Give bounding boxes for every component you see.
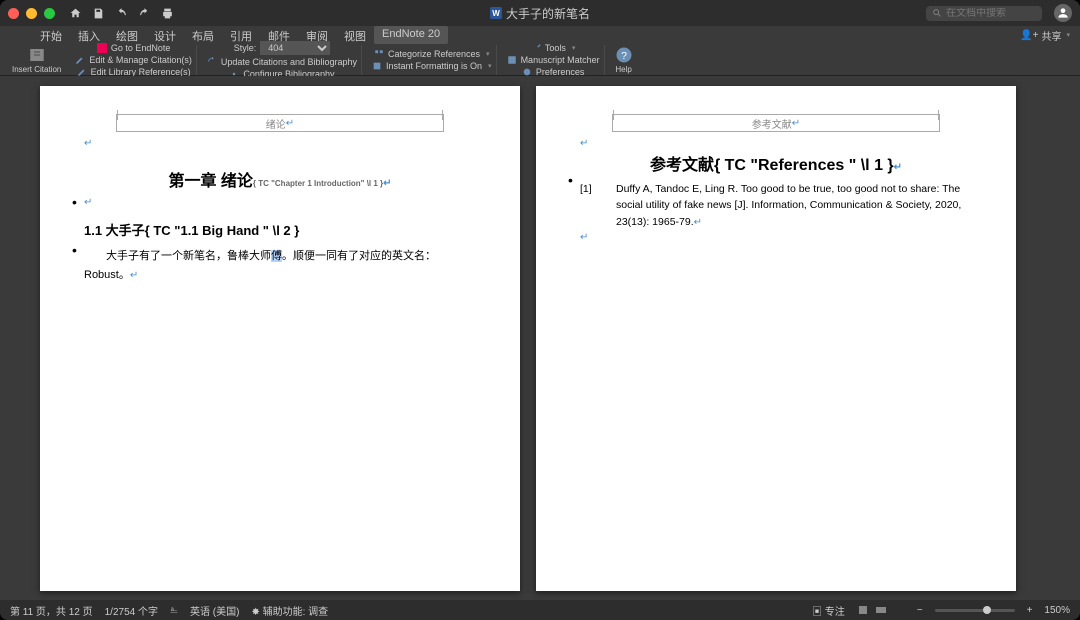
status-bar: 第 11 页，共 12 页 1/2754 个字 ⎁ 英语 (美国) ✸ 辅助功能… [0,600,1080,620]
style-select[interactable]: 404 [260,41,330,55]
edit-manage-citations-button[interactable]: Edit & Manage Citation(s) [75,54,192,66]
page-indicator[interactable]: 第 11 页，共 12 页 [10,603,93,618]
document-title: W 大手子的新笔名 [490,5,590,22]
web-layout-icon[interactable] [875,604,887,616]
view-mode-buttons [857,604,905,616]
reference-text: Duffy A, Tandoc E, Ling R. Too good to b… [616,181,972,230]
page-header-indicator: 参考文献↵ [612,114,940,132]
bullet-icon: • [72,242,77,258]
search-box[interactable] [926,6,1042,21]
tab-layout[interactable]: 布局 [184,26,222,44]
body-text[interactable]: 大手子有了一个新笔名，鲁棒大师傅。顺便一同有了对应的英文名：Robust。↵ [84,247,476,284]
word-icon: W [490,7,502,19]
ribbon: Insert Citation Go to EndNote Edit & Man… [0,44,1080,76]
close-window-button[interactable] [8,8,19,19]
insert-citation-button[interactable]: Insert Citation [8,46,65,74]
language-indicator[interactable]: 英语 (美国) [190,603,239,618]
paragraph-mark-icon: ↵ [580,138,972,149]
tab-home[interactable]: 开始 [32,26,70,44]
search-icon [932,8,942,18]
paragraph-mark-icon: ↵ [580,232,972,243]
redo-icon[interactable] [138,7,151,20]
focus-mode-button[interactable]: ▣ 专注 [812,603,845,618]
share-button[interactable]: 👤+共享▾ [1020,26,1070,44]
zoom-in-button[interactable]: + [1027,605,1033,616]
print-layout-icon[interactable] [857,604,869,616]
tools-button[interactable]: Tools▾ [531,42,576,54]
categorize-references-button[interactable]: Categorize References▾ [374,48,490,60]
section-heading: 1.1 大手子{ TC "1.1 Big Hand " \l 2 } [84,220,476,239]
style-label: Style: 404 [234,40,331,56]
zoom-slider[interactable] [935,609,1015,612]
page-header-indicator: 绪论↵ [116,114,444,132]
paragraph-mark-icon: ↵ [84,197,476,208]
tab-view[interactable]: 视图 [336,26,374,44]
search-input[interactable] [946,8,1036,19]
bullet-icon: • [568,172,573,188]
zoom-level[interactable]: 150% [1044,605,1070,616]
outline-icon[interactable] [893,604,905,616]
tab-endnote20[interactable]: EndNote 20 [374,26,448,44]
page-right[interactable]: 参考文献↵ ↵ • 参考文献{ TC "References " \l 1 }↵… [536,86,1016,591]
accessibility-indicator[interactable]: ✸ 辅助功能: 调查 [251,603,328,618]
zoom-out-button[interactable]: − [917,605,923,616]
save-icon[interactable] [92,7,105,20]
document-area[interactable]: 绪论↵ ↵ • 第一章 绪论{ TC "Chapter 1 Introducti… [0,76,1080,600]
paragraph-mark-icon: ↵ [84,138,476,149]
reference-entry: [1] Duffy A, Tandoc E, Ling R. Too good … [580,181,972,230]
minimize-window-button[interactable] [26,8,37,19]
instant-formatting-button[interactable]: Instant Formatting is On▾ [372,60,492,72]
references-heading: 参考文献{ TC "References " \l 1 }↵ [580,151,972,175]
user-avatar-icon[interactable] [1054,4,1072,22]
title-bar: W 大手子的新笔名 [0,0,1080,26]
undo-icon[interactable] [115,7,128,20]
reference-number: [1] [580,181,604,230]
bullet-icon: • [72,194,77,210]
zoom-knob[interactable] [983,606,991,614]
selection-highlight: 傅 [271,250,282,262]
home-icon[interactable] [69,7,82,20]
window-controls [8,8,55,19]
word-count[interactable]: 1/2754 个字 [105,603,158,618]
manuscript-matcher-button[interactable]: Manuscript Matcher [507,54,600,66]
page-left[interactable]: 绪论↵ ↵ • 第一章 绪论{ TC "Chapter 1 Introducti… [40,86,520,591]
update-citations-button[interactable]: Update Citations and Bibliography [207,56,357,68]
zoom-window-button[interactable] [44,8,55,19]
spellcheck-icon[interactable]: ⎁ [170,605,178,616]
svg-text:?: ? [621,49,627,61]
help-button[interactable]: ? Help [611,46,637,74]
print-icon[interactable] [161,7,174,20]
chapter-heading: 第一章 绪论{ TC "Chapter 1 Introduction" \l 1… [84,167,476,191]
go-to-endnote-button[interactable]: Go to EndNote [97,42,171,54]
